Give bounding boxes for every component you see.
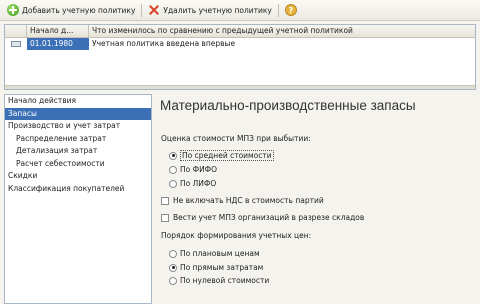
help-button[interactable]: ? bbox=[282, 2, 300, 19]
vat-exclude-checkbox[interactable]: Не включать НДС в стоимость партий bbox=[161, 196, 324, 205]
panel-title: Материально-производственные запасы bbox=[160, 98, 416, 113]
radio-lifo[interactable]: По ЛИФО bbox=[169, 179, 216, 188]
row-icon-column-header bbox=[5, 25, 27, 37]
toolbar-separator bbox=[277, 3, 279, 17]
help-icon: ? bbox=[284, 4, 297, 16]
delete-policy-label: Удалить учетную политику bbox=[163, 5, 272, 15]
add-policy-label: Добавить учетную политику bbox=[22, 5, 136, 15]
radio-icon bbox=[169, 165, 177, 174]
column-header-changes[interactable]: Что изменилось по сравнению с предыдущей… bbox=[89, 25, 475, 37]
delete-icon bbox=[148, 4, 160, 16]
radio-direct-costs[interactable]: По прямым затратам bbox=[169, 263, 263, 272]
cell-start-date[interactable]: 01.01.1980 bbox=[27, 38, 89, 50]
settings-sections-list: Начало действия Запасы Производство и уч… bbox=[4, 94, 152, 304]
add-policy-button[interactable]: Добавить учетную политику bbox=[4, 2, 138, 19]
inventory-settings-panel: Материально-производственные запасы Оцен… bbox=[157, 94, 480, 304]
record-icon bbox=[11, 41, 21, 47]
horizontal-scrollbar[interactable] bbox=[5, 85, 475, 89]
table-header: Начало д... Что изменилось по сравнению … bbox=[5, 25, 475, 38]
nav-item-cost-calculation[interactable]: Расчет себестоимости bbox=[5, 158, 151, 171]
toolbar: Добавить учетную политику Удалить учетну… bbox=[0, 0, 480, 21]
nav-item-discounts[interactable]: Скидки bbox=[5, 170, 151, 183]
policy-table[interactable]: Начало д... Что изменилось по сравнению … bbox=[4, 24, 476, 90]
toolbar-separator bbox=[141, 3, 143, 17]
checkbox-icon bbox=[161, 196, 169, 205]
radio-fifo[interactable]: По ФИФО bbox=[169, 165, 217, 174]
price-order-label: Порядок формирования учетных цен: bbox=[161, 231, 312, 240]
checkbox-icon bbox=[161, 213, 169, 222]
nav-item-inventory[interactable]: Запасы bbox=[5, 107, 151, 120]
table-row[interactable]: 01.01.1980 Учетная политика введена впер… bbox=[5, 38, 475, 50]
nav-item-start[interactable]: Начало действия bbox=[5, 95, 151, 108]
radio-selected-icon bbox=[169, 263, 177, 272]
nav-item-production[interactable]: Производство и учет затрат bbox=[5, 120, 151, 133]
radio-zero-cost[interactable]: По нулевой стоимости bbox=[169, 276, 269, 285]
radio-average-cost[interactable]: По средней стоимости bbox=[169, 150, 274, 161]
radio-icon bbox=[169, 179, 177, 188]
radio-icon bbox=[169, 249, 177, 258]
nav-item-cost-detail[interactable]: Детализация затрат bbox=[5, 145, 151, 158]
warehouse-accounting-checkbox[interactable]: Вести учет МПЗ организаций в разрезе скл… bbox=[161, 213, 364, 222]
radio-icon bbox=[169, 276, 177, 285]
cell-changes[interactable]: Учетная политика введена впервые bbox=[89, 38, 475, 50]
nav-item-cost-distribution[interactable]: Распределение затрат bbox=[5, 133, 151, 146]
nav-item-customer-classification[interactable]: Классификация покупателей bbox=[5, 183, 151, 196]
radio-selected-icon bbox=[169, 151, 177, 160]
column-header-start-date[interactable]: Начало д... bbox=[27, 25, 89, 37]
valuation-label: Оценка стоимости МПЗ при выбытии: bbox=[161, 134, 311, 143]
radio-planned-prices[interactable]: По плановым ценам bbox=[169, 249, 260, 258]
add-icon bbox=[7, 4, 19, 16]
delete-policy-button[interactable]: Удалить учетную политику bbox=[145, 2, 274, 19]
